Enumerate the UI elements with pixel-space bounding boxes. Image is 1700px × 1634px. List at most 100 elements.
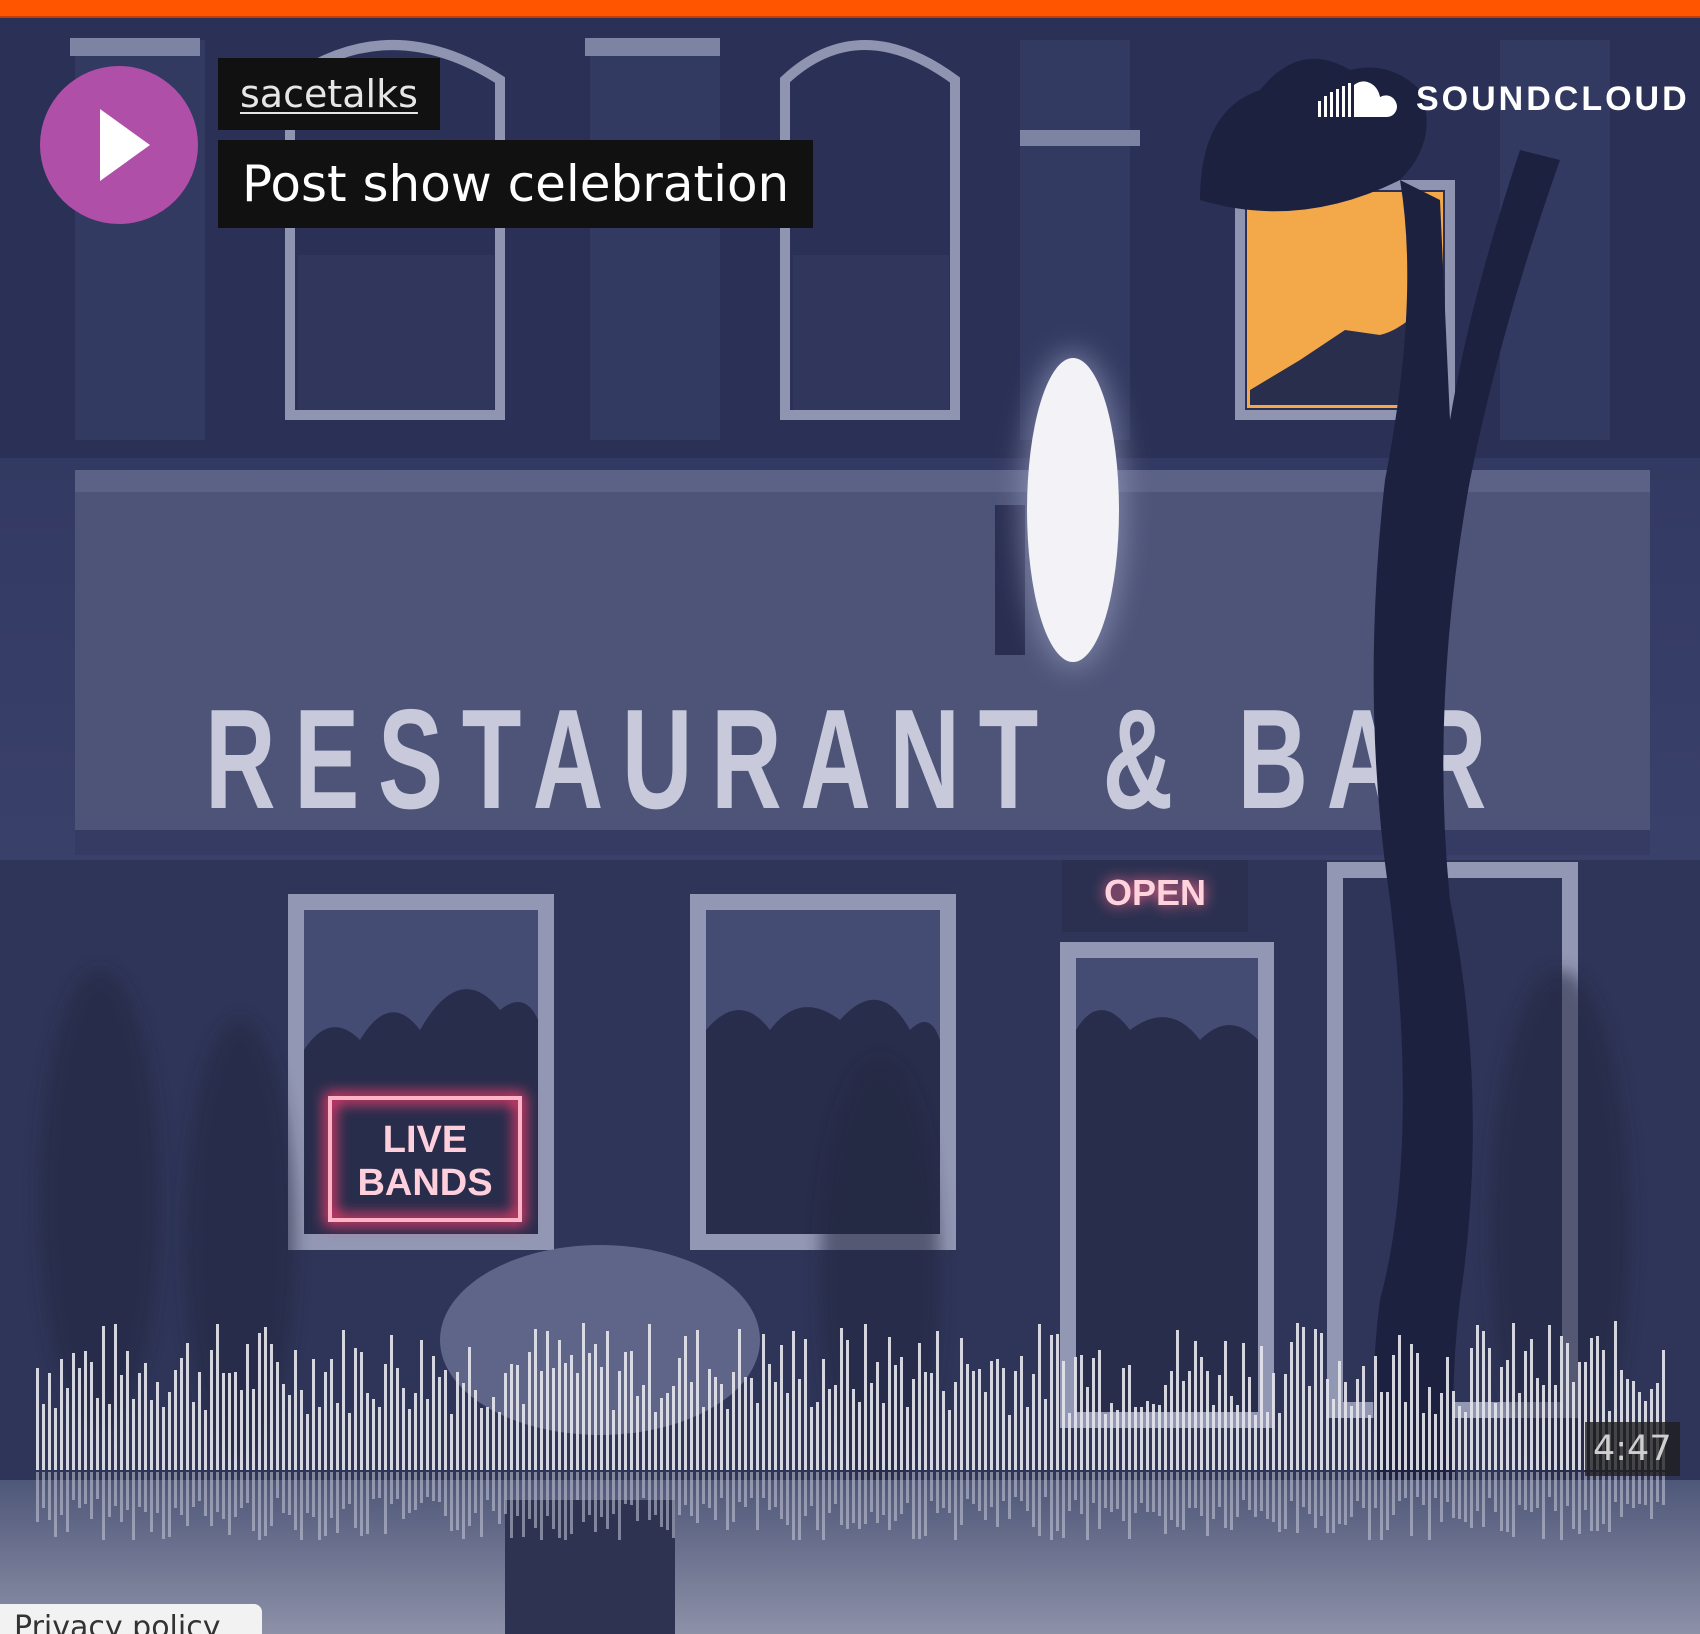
waveform-bar-reflection <box>1404 1472 1407 1498</box>
waveform-bar <box>912 1379 915 1470</box>
waveform-bar <box>1248 1377 1251 1470</box>
waveform-bar-reflection <box>444 1472 447 1516</box>
soundcloud-icon <box>1318 81 1397 117</box>
waveform-bar <box>1134 1407 1137 1470</box>
waveform-bar-reflection <box>186 1472 189 1526</box>
waveform-bar-reflection <box>708 1472 711 1508</box>
waveform-bar-reflection <box>1470 1472 1473 1528</box>
waveform-bar-reflection <box>552 1472 555 1529</box>
waveform-bar <box>324 1372 327 1470</box>
waveform-bar <box>120 1375 123 1470</box>
waveform-bar <box>720 1384 723 1470</box>
waveform-bar <box>972 1371 975 1470</box>
waveform-bar-reflection <box>1092 1472 1095 1503</box>
waveform-bar-reflection <box>252 1472 255 1531</box>
waveform-bar-reflection <box>1536 1472 1539 1508</box>
waveform-bar <box>96 1398 99 1470</box>
waveform-bar-reflection <box>1602 1472 1605 1524</box>
play-button[interactable] <box>40 66 198 224</box>
track-duration: 4:47 <box>1585 1422 1680 1476</box>
waveform-bar-reflection <box>648 1472 651 1520</box>
username-box: sacetalks <box>218 58 440 130</box>
waveform-bar-reflection <box>60 1472 63 1515</box>
waveform-bar <box>1332 1399 1335 1470</box>
waveform-bar <box>750 1378 753 1470</box>
waveform-bar-reflection <box>1104 1472 1107 1508</box>
waveform-bar <box>1278 1413 1281 1470</box>
waveform-bar <box>780 1345 783 1470</box>
waveform-bar <box>840 1328 843 1470</box>
waveform-bar <box>1110 1403 1113 1470</box>
track-title[interactable]: Post show celebration <box>242 140 789 228</box>
waveform-bar <box>222 1373 225 1470</box>
waveform-bar-reflection <box>612 1472 615 1514</box>
waveform-bar <box>672 1386 675 1470</box>
waveform-bar <box>402 1388 405 1470</box>
waveform-bar-reflection <box>138 1472 141 1507</box>
waveform-bar <box>1086 1387 1089 1470</box>
waveform-bar <box>1530 1339 1533 1470</box>
waveform-bar <box>342 1330 345 1470</box>
waveform-bar-reflection <box>1530 1472 1533 1512</box>
waveform-bar-reflection <box>390 1472 393 1504</box>
waveform-bar <box>654 1412 657 1470</box>
waveform-bar-reflection <box>984 1472 987 1520</box>
waveform-bar-reflection <box>1260 1472 1263 1511</box>
waveform-bar-reflection <box>528 1472 531 1519</box>
waveform-bar-reflection <box>546 1472 549 1516</box>
restaurant-bar-sign: RESTAURANT & BAR <box>205 680 1505 839</box>
waveform-bar <box>1140 1407 1143 1470</box>
waveform-bar <box>1068 1413 1071 1470</box>
waveform-bar-reflection <box>1284 1472 1287 1529</box>
waveform-bar-reflection <box>132 1472 135 1540</box>
waveform-bar-reflection <box>1020 1472 1023 1501</box>
waveform-bar-reflection <box>1638 1472 1641 1504</box>
waveform-bar-reflection <box>78 1472 81 1508</box>
waveform-bar-reflection <box>222 1472 225 1519</box>
waveform-bar-reflection <box>90 1472 93 1519</box>
username-link[interactable]: sacetalks <box>240 58 418 130</box>
waveform-bar <box>372 1399 375 1470</box>
waveform-bar-reflection <box>1548 1472 1551 1497</box>
waveform-bar-reflection <box>1626 1472 1629 1504</box>
waveform-bar-reflection <box>1290 1472 1293 1501</box>
waveform-bar-reflection <box>156 1472 159 1513</box>
waveform-bar <box>126 1351 129 1470</box>
waveform-bars <box>36 1321 1665 1540</box>
waveform-bar-reflection <box>1032 1472 1035 1527</box>
waveform-bar <box>1494 1403 1497 1470</box>
waveform-bar <box>366 1393 369 1470</box>
waveform-bar <box>114 1324 117 1470</box>
waveform-bar-reflection <box>192 1472 195 1507</box>
waveform-bar <box>318 1407 321 1470</box>
waveform-bar-reflection <box>432 1472 435 1501</box>
waveform-bar-reflection <box>540 1472 543 1540</box>
waveform-bar <box>414 1393 417 1470</box>
waveform-bar-reflection <box>144 1472 147 1512</box>
waveform-bar-reflection <box>684 1472 687 1505</box>
waveform-bar <box>1374 1356 1377 1470</box>
waveform-bar-reflection <box>594 1472 597 1532</box>
waveform-bar-reflection <box>42 1472 45 1508</box>
waveform-bar-reflection <box>1146 1472 1149 1512</box>
waveform-bar-reflection <box>1206 1472 1209 1536</box>
soundcloud-logo[interactable]: SOUNDCLOUD <box>1318 76 1690 122</box>
waveform-bar <box>1392 1355 1395 1470</box>
waveform[interactable] <box>36 1300 1670 1540</box>
waveform-bar-reflection <box>1560 1472 1563 1540</box>
waveform-bar-reflection <box>1098 1472 1101 1529</box>
waveform-bar <box>1170 1371 1173 1470</box>
waveform-bar-reflection <box>474 1472 477 1513</box>
waveform-bar-reflection <box>876 1472 879 1523</box>
privacy-policy-link[interactable]: Privacy policy <box>0 1604 262 1634</box>
waveform-bar <box>1020 1356 1023 1470</box>
waveform-bar <box>1458 1406 1461 1470</box>
waveform-bar-reflection <box>486 1472 489 1500</box>
waveform-bar-reflection <box>342 1472 345 1509</box>
waveform-bar-reflection <box>798 1472 801 1540</box>
waveform-bar-reflection <box>1062 1472 1065 1538</box>
waveform-bar <box>984 1392 987 1470</box>
waveform-bar-reflection <box>960 1472 963 1525</box>
waveform-bar-reflection <box>918 1472 921 1539</box>
waveform-bar-reflection <box>102 1472 105 1540</box>
